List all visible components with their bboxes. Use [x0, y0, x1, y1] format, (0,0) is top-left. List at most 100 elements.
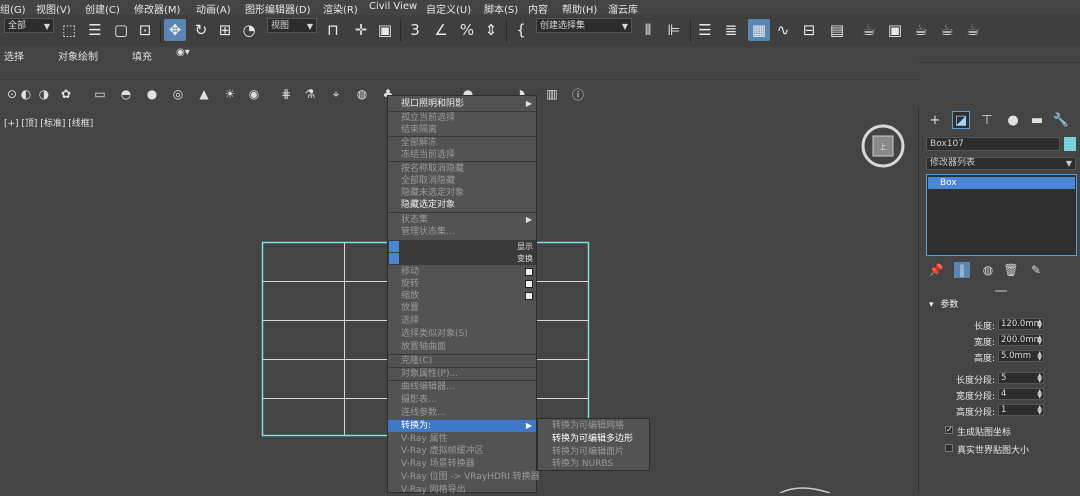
menu-item-select-similar[interactable]: 选择类似对象(S)	[388, 328, 536, 340]
make-unique-icon[interactable]: ◍	[980, 262, 996, 278]
keyboard-shortcut-button[interactable]: ▣	[374, 19, 396, 41]
menu-item-unfreeze-all[interactable]: 全部解冻	[388, 137, 536, 149]
menu-item-convert-to[interactable]: 转换为: ▶	[388, 420, 536, 432]
pin-stack-icon[interactable]: 📌	[928, 262, 944, 278]
spinner-icon[interactable]: ▲ ▼	[1037, 389, 1042, 400]
menu-item-end-isolate[interactable]: 结束隔离	[388, 124, 536, 136]
menu-scripting[interactable]: 脚本(S)	[484, 1, 518, 16]
ribbon-tab-object-paint[interactable]: 对象绘制	[58, 48, 98, 63]
particle-icon[interactable]: ✿	[58, 86, 74, 102]
menu-item-scale[interactable]: 缩放	[388, 290, 536, 302]
menu-item-isolate-selection[interactable]: 孤立当前选择	[388, 112, 536, 124]
param-height-field[interactable]: 5.0mm ▲ ▼	[998, 350, 1044, 362]
menu-item-convert-editable-patch[interactable]: 转换为可编辑面片	[538, 446, 649, 458]
render-setup-button[interactable]: ☕	[858, 19, 880, 41]
select-move-button[interactable]: ✥	[164, 19, 186, 41]
snaps-toggle-button[interactable]: 3	[404, 19, 426, 41]
menu-item-vray-scene-converter[interactable]: V-Ray 场景转换器	[388, 458, 536, 470]
menu-item-select[interactable]: 选择	[388, 315, 536, 327]
menu-item-hide-unselected[interactable]: 隐藏未选定对象	[388, 187, 536, 199]
hierarchy-tab-icon[interactable]: ⊤	[978, 111, 996, 129]
select-place-button[interactable]: ◔	[238, 19, 260, 41]
toggle-ribbon-button[interactable]: ▦	[748, 19, 770, 41]
globe-icon[interactable]: ◍	[354, 86, 370, 102]
show-end-result-icon[interactable]: ‖	[954, 262, 970, 278]
reference-coord-dropdown[interactable]: 视图 ▼	[267, 18, 317, 33]
object-color-swatch[interactable]	[1064, 137, 1076, 151]
torus-icon[interactable]: ◎	[170, 86, 186, 102]
remove-modifier-icon[interactable]: 🗑	[1003, 262, 1019, 278]
camera-target-icon[interactable]: ⌖	[328, 86, 344, 102]
angle-snap-button[interactable]: ∠	[430, 19, 452, 41]
edit-named-selection-button[interactable]: {	[510, 19, 532, 41]
select-by-name-button[interactable]: ☰	[84, 19, 106, 41]
display-tab-icon[interactable]: ▬	[1028, 111, 1046, 129]
param-width-field[interactable]: 200.0mm ▲ ▼	[998, 334, 1044, 346]
menu-graph-editors[interactable]: 图形编辑器(D)	[245, 1, 311, 16]
motion-tab-icon[interactable]: ●	[1004, 111, 1022, 129]
hemisphere-icon[interactable]: ◓	[118, 86, 134, 102]
material-editor-button[interactable]: ▤	[826, 19, 848, 41]
spinner-icon[interactable]: ▲ ▼	[1037, 335, 1042, 346]
viewcube[interactable]: 上	[860, 123, 906, 169]
configure-modifier-sets-icon[interactable]: ✎	[1028, 262, 1044, 278]
menu-item-place[interactable]: 放置	[388, 302, 536, 314]
sphere-icon[interactable]: ●	[144, 86, 160, 102]
window-crossing-button[interactable]: ⊡	[134, 19, 156, 41]
point-icon[interactable]: ◉	[246, 86, 262, 102]
render-production-button[interactable]: ☕	[910, 19, 932, 41]
lights-icon[interactable]: ◐	[18, 86, 34, 102]
menu-help[interactable]: 帮助(H)	[562, 1, 597, 16]
object-name-field[interactable]: Box107	[926, 137, 1060, 151]
spinner-icon[interactable]: ▲ ▼	[1037, 319, 1042, 330]
menu-item-place-pivot-surface[interactable]: 放置轴曲面	[388, 341, 536, 353]
param-width-segs-field[interactable]: 4 ▲ ▼	[998, 388, 1044, 400]
box-primitive-icon[interactable]: ▭	[92, 86, 108, 102]
grid-helper-icon[interactable]: ⋕	[278, 86, 294, 102]
dynamics-icon[interactable]: ⚗	[302, 86, 318, 102]
menu-content[interactable]: 内容	[528, 1, 548, 16]
menu-item-dope-sheet[interactable]: 摄影表...	[388, 394, 536, 406]
menu-item-state-sets[interactable]: 状态集 ▶	[388, 214, 536, 226]
menu-cloud-library[interactable]: 溜云库	[608, 1, 638, 16]
menu-item-convert-editable-poly[interactable]: 转换为可编辑多边形	[538, 433, 649, 445]
menu-item-clone[interactable]: 克隆(C)	[388, 355, 536, 367]
render-cloud-button[interactable]: ☕	[962, 19, 984, 41]
menu-item-freeze-selection[interactable]: 冻结当前选择	[388, 149, 536, 161]
menu-civil-view[interactable]: Civil View	[369, 1, 417, 12]
select-scale-button[interactable]: ⊞	[214, 19, 236, 41]
param-length-segs-field[interactable]: 5 ▲ ▼	[998, 372, 1044, 384]
spinner-icon[interactable]: ▲ ▼	[1037, 373, 1042, 384]
ribbon-tab-selection[interactable]: 选择	[4, 48, 24, 63]
spinner-snap-button[interactable]: ⇕	[480, 19, 502, 41]
settings-box-icon[interactable]	[525, 292, 533, 300]
layer-explorer-button[interactable]: ≣	[720, 19, 742, 41]
named-selection-sets-dropdown[interactable]: 创建选择集 ▼	[536, 18, 632, 33]
help-icon[interactable]: ⓘ	[570, 86, 586, 102]
schematic-view-button[interactable]: ⊟	[798, 19, 820, 41]
gear-icon[interactable]: ◑	[36, 86, 52, 102]
cone-icon[interactable]: ▲	[196, 86, 212, 102]
settings-box-icon[interactable]	[525, 280, 533, 288]
region-select-button[interactable]: ▢	[110, 19, 132, 41]
asset-icon[interactable]: ▥	[544, 86, 560, 102]
render-iterative-button[interactable]: ☕	[936, 19, 958, 41]
select-object-button[interactable]: ⬚	[58, 19, 80, 41]
menu-item-object-properties[interactable]: 对象属性(P)...	[388, 368, 536, 380]
spinner-icon[interactable]: ▲ ▼	[1037, 405, 1042, 416]
menu-item-vray-vfb[interactable]: V-Ray 虚拟帧缓冲区	[388, 445, 536, 457]
menu-item-unhide-by-name[interactable]: 按名称取消隐藏	[388, 163, 536, 175]
selection-filter-dropdown[interactable]: 全部 ▼	[4, 18, 54, 33]
menu-item-hide-selection[interactable]: 隐藏选定对象	[388, 199, 536, 211]
menu-animation[interactable]: 动画(A)	[196, 1, 231, 16]
ribbon-options-icon[interactable]: ◉▾	[176, 47, 190, 58]
menu-create[interactable]: 创建(C)	[85, 1, 120, 16]
select-rotate-button[interactable]: ↻	[190, 19, 212, 41]
modify-tab-icon[interactable]: ◪	[952, 111, 970, 129]
stack-item-box[interactable]: Box	[928, 177, 1075, 189]
select-manipulate-button[interactable]: ✛	[350, 19, 372, 41]
sun-light-icon[interactable]: ☀	[222, 86, 238, 102]
menu-item-unhide-all[interactable]: 全部取消隐藏	[388, 175, 536, 187]
menu-item-manage-state-sets[interactable]: 管理状态集...	[388, 226, 536, 238]
ribbon-tab-populate[interactable]: 填充	[132, 48, 152, 63]
